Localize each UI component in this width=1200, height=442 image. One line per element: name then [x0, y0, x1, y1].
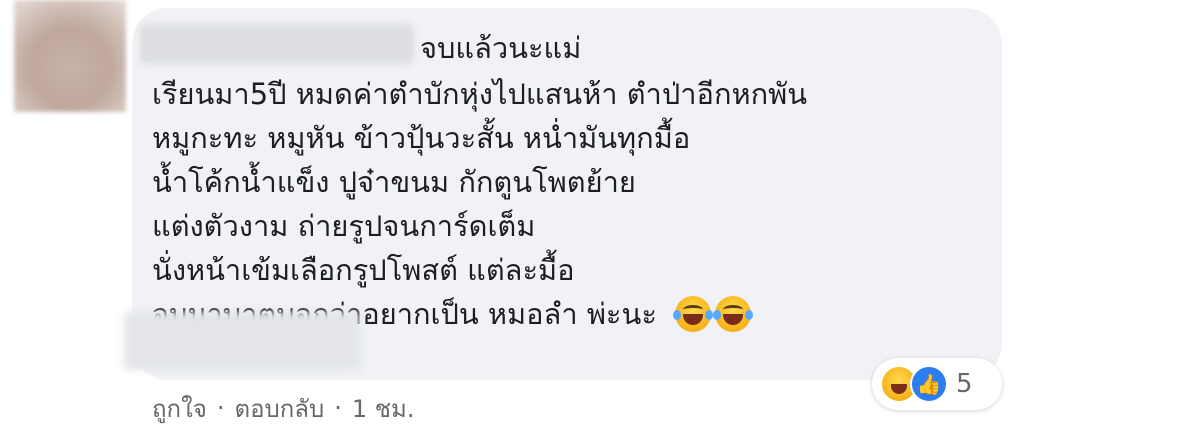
tears-of-joy-emoji-icon [712, 296, 753, 332]
comment-actions: ถูกใจ · ตอบกลับ · 1 ชม. [152, 386, 414, 430]
separator: · [216, 394, 225, 422]
separator: · [334, 394, 342, 422]
reactions-summary[interactable]: 👍 5 [872, 358, 1002, 410]
reply-link[interactable]: ตอบกลับ [234, 389, 324, 428]
tears-of-joy-emoji-icon [672, 296, 713, 332]
like-link[interactable]: ถูกใจ [152, 389, 207, 428]
comment-line: นั่งหน้าเข้มเลือกรูปโพสต์ แต่ละมื้อ [152, 253, 575, 287]
comment-first-line: จบแล้วนะแม่ [420, 31, 582, 65]
commenter-name-blurred[interactable] [140, 24, 414, 64]
avatar[interactable] [14, 0, 126, 112]
reaction-count: 5 [956, 369, 973, 399]
comment-line: หมูกะทะ หมูหัน ข้าวปุ้นวะสั้น หน่ำมันทุก… [152, 121, 691, 155]
blurred-region [124, 312, 360, 370]
comment-body: เรียนมา5ปี หมดค่าตำบักหุ่งไปแสนห้า ตำป่า… [152, 72, 807, 336]
comment-line: แต่งตัวงาม ถ่ายรูปจนการ์ดเต็ม [152, 209, 536, 243]
comment-line: เรียนมา5ปี หมดค่าตำบักหุ่งไปแสนห้า ตำป่า… [152, 77, 808, 111]
like-reaction-icon: 👍 [910, 365, 948, 403]
comment-line: น้ำโค้กน้ำแข็ง ปูจ๋าขนม กักตูนโพตย้าย [152, 165, 636, 199]
timestamp[interactable]: 1 ชม. [352, 389, 415, 428]
